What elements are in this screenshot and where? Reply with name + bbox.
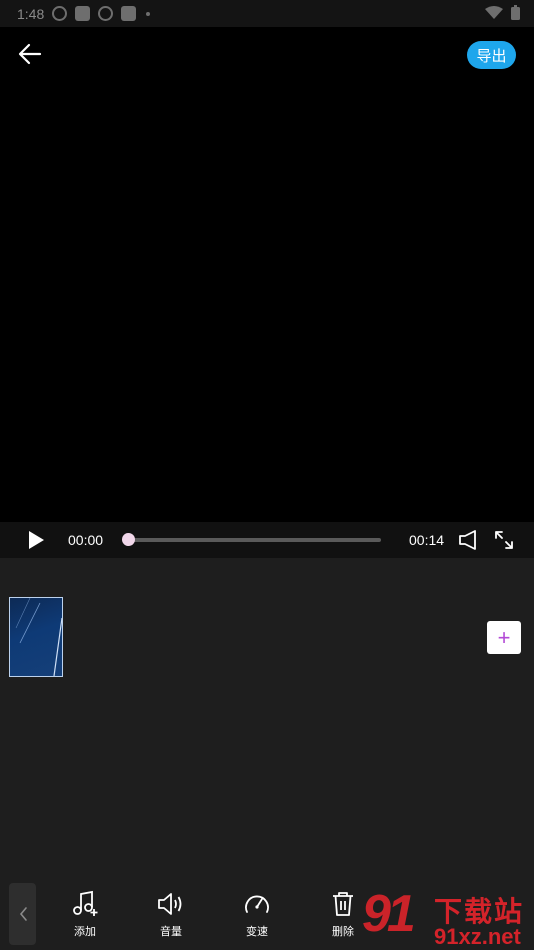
arrow-left-icon[interactable] (16, 40, 44, 68)
expand-icon[interactable] (493, 529, 515, 551)
tool-add-music[interactable]: 添加 (59, 890, 111, 942)
watermark-logo: 91 下载站 91xz.net (362, 888, 534, 950)
clip-image (15, 598, 62, 676)
toolbar-scroll-left[interactable] (9, 883, 36, 945)
status-bar: 1:48 (0, 0, 534, 27)
dot-icon (146, 11, 151, 16)
volume-icon (158, 893, 182, 915)
tool-label: 变速 (246, 926, 268, 938)
watermark-number: 91 (362, 885, 416, 943)
chevron-left-icon (19, 907, 27, 921)
watermark-url: 91xz.net (434, 924, 521, 949)
video-clip-thumbnail[interactable] (9, 597, 63, 677)
tool-speed[interactable]: 变速 (231, 890, 283, 942)
progress-track[interactable] (128, 538, 381, 542)
export-button[interactable]: 导出 (467, 41, 516, 69)
play-icon[interactable] (26, 530, 46, 550)
tool-label: 音量 (160, 926, 182, 938)
app-icon (121, 6, 137, 21)
progress-thumb[interactable] (122, 533, 135, 546)
music-add-icon (73, 890, 98, 916)
total-time: 00:14 (409, 532, 445, 548)
battery-icon (511, 5, 520, 20)
tool-volume[interactable]: 音量 (145, 890, 197, 942)
speedometer-icon (245, 895, 269, 913)
trash-icon (333, 892, 353, 916)
status-time: 1:48 (17, 5, 45, 22)
video-preview[interactable] (0, 27, 534, 522)
sync-icon (52, 6, 68, 21)
wifi-icon (485, 5, 503, 19)
player-controls: 00:00 00:14 (0, 522, 534, 558)
sync-icon (98, 6, 114, 21)
tool-label: 添加 (74, 926, 96, 938)
speaker-icon[interactable] (458, 529, 482, 551)
add-clip-button[interactable]: + (487, 621, 521, 654)
current-time: 00:00 (68, 532, 104, 548)
app-icon (75, 6, 91, 21)
tool-label: 删除 (332, 926, 354, 938)
